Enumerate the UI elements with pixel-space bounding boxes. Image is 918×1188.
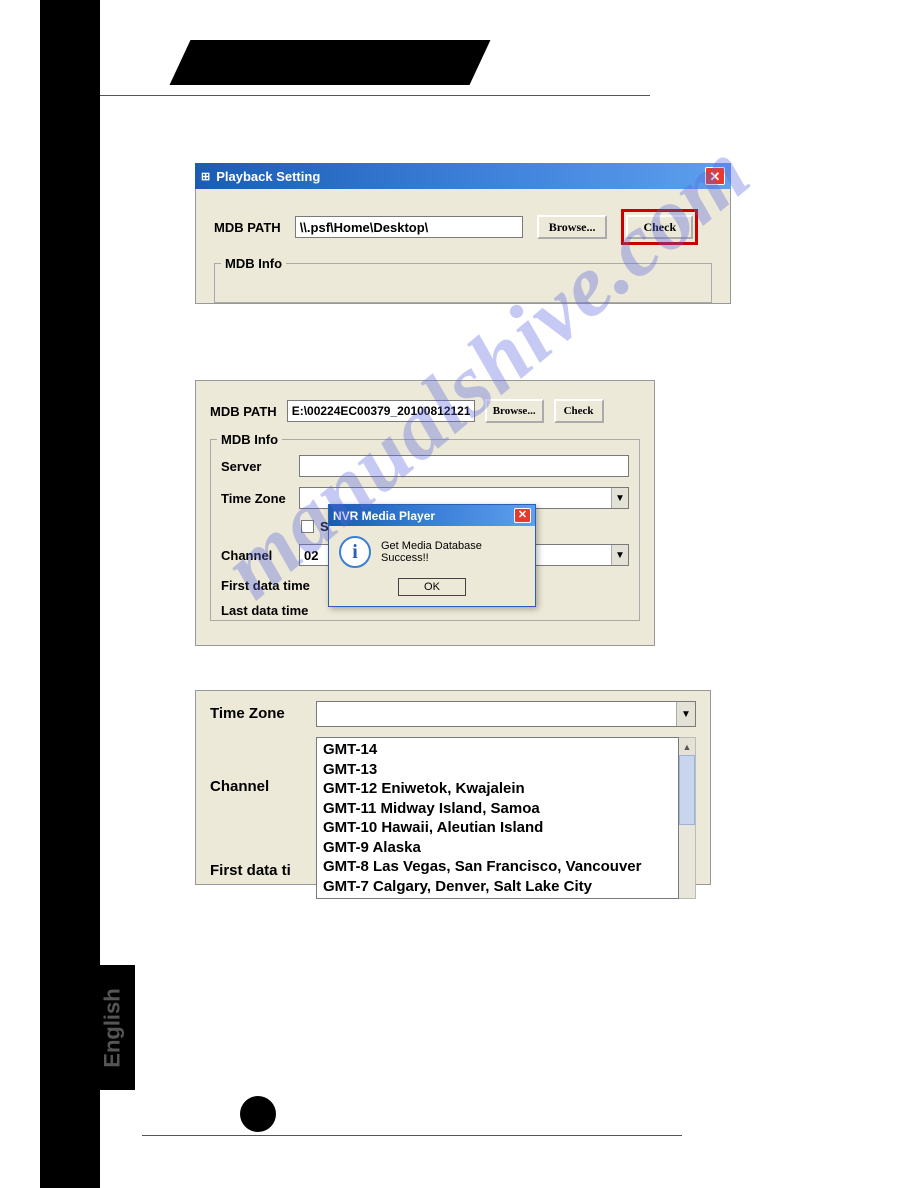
- mdb-path-input-2[interactable]: [287, 400, 475, 422]
- mdb-path-input[interactable]: [295, 216, 523, 238]
- message-box: NVR Media Player ✕ i Get Media Database …: [328, 504, 536, 607]
- list-item[interactable]: GMT-7 Calgary, Denver, Salt Lake City: [323, 877, 672, 897]
- msgbox-title: NVR Media Player: [333, 509, 435, 523]
- su-checkbox[interactable]: [301, 520, 314, 533]
- timezone-listbox[interactable]: GMT-14 GMT-13 GMT-12 Eniwetok, Kwajalein…: [316, 737, 679, 899]
- channel-value: 02: [304, 548, 318, 563]
- mdb-info-legend: MDB Info: [221, 256, 286, 271]
- check-button-highlight: Check: [621, 209, 698, 245]
- window-icon: ⊞: [201, 170, 210, 183]
- last-data-label: Last data time: [221, 603, 321, 618]
- scroll-track[interactable]: [679, 825, 695, 898]
- mdb-path-label: MDB PATH: [214, 220, 281, 235]
- close-icon: ✕: [518, 510, 527, 521]
- language-label: English: [100, 988, 126, 1067]
- timezone-label-3: Time Zone: [210, 701, 310, 727]
- mdb-path-label-2: MDB PATH: [210, 404, 277, 419]
- page-number-circle: [240, 1096, 276, 1132]
- first-data-label: First data time: [221, 578, 321, 593]
- listbox-scrollbar[interactable]: ▲: [679, 737, 696, 899]
- channel-label-2: Channel: [221, 548, 291, 563]
- playback-setting-window-top: ⊞ Playback Setting ✕ MDB PATH Browse... …: [195, 163, 731, 308]
- ok-button[interactable]: OK: [398, 578, 466, 596]
- timezone-panel: Time Zone ▼ Channel First data ti GMT-14…: [195, 690, 711, 885]
- list-item[interactable]: GMT-8 Las Vegas, San Francisco, Vancouve…: [323, 857, 672, 877]
- chevron-down-icon: ▼: [611, 488, 628, 508]
- list-item[interactable]: GMT-14: [323, 740, 672, 760]
- list-item[interactable]: GMT-12 Eniwetok, Kwajalein: [323, 779, 672, 799]
- chevron-down-icon: ▼: [676, 702, 695, 726]
- server-label: Server: [221, 459, 291, 474]
- msgbox-text: Get Media Database Success!!: [381, 540, 525, 564]
- mdb-info-legend-2: MDB Info: [217, 432, 282, 447]
- titlebar[interactable]: ⊞ Playback Setting ✕: [195, 163, 731, 189]
- footer-divider: [142, 1135, 682, 1136]
- list-item[interactable]: GMT-13: [323, 760, 672, 780]
- header-divider: [100, 95, 650, 96]
- language-badge: English: [90, 965, 135, 1090]
- list-item[interactable]: GMT-9 Alaska: [323, 838, 672, 858]
- scroll-thumb[interactable]: [679, 755, 695, 825]
- chevron-down-icon: ▼: [611, 545, 628, 565]
- first-data-label-3: First data ti: [210, 862, 320, 879]
- scroll-up-icon[interactable]: ▲: [679, 738, 695, 755]
- check-button[interactable]: Check: [626, 215, 693, 239]
- list-item[interactable]: GMT-10 Hawaii, Aleutian Island: [323, 818, 672, 838]
- window-title: Playback Setting: [216, 169, 320, 184]
- list-item[interactable]: GMT-11 Midway Island, Samoa: [323, 799, 672, 819]
- timezone-label-2: Time Zone: [221, 491, 291, 506]
- browse-button-2[interactable]: Browse...: [485, 399, 544, 423]
- channel-label-3: Channel: [210, 778, 310, 795]
- server-field[interactable]: [299, 455, 629, 477]
- info-icon: i: [339, 536, 371, 568]
- timezone-dropdown-3[interactable]: ▼: [316, 701, 696, 727]
- check-button-2[interactable]: Check: [554, 399, 604, 423]
- close-button[interactable]: ✕: [705, 167, 725, 185]
- msgbox-titlebar[interactable]: NVR Media Player ✕: [329, 505, 535, 526]
- browse-button[interactable]: Browse...: [537, 215, 608, 239]
- msgbox-close-button[interactable]: ✕: [514, 508, 531, 523]
- close-icon: ✕: [710, 170, 721, 183]
